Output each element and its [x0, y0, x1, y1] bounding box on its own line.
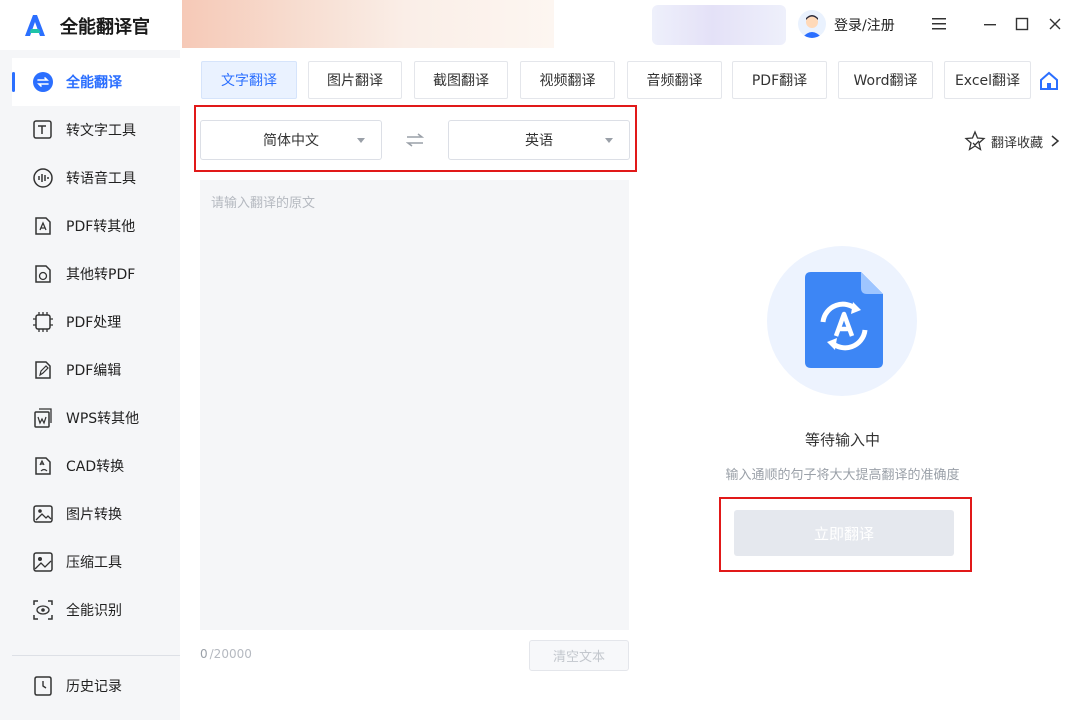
to-pdf-icon — [32, 263, 54, 285]
history-icon — [32, 675, 54, 697]
vip-banner[interactable] — [652, 5, 786, 45]
pdf-convert-icon — [32, 215, 54, 237]
sidebar-item-label: 转文字工具 — [66, 123, 136, 139]
source-language-select[interactable]: 简体中文 — [200, 120, 382, 160]
login-link[interactable]: 登录/注册 — [834, 15, 895, 35]
star-icon — [964, 130, 986, 151]
source-text-panel — [200, 180, 629, 630]
menu-button[interactable] — [927, 12, 951, 36]
swap-icon — [406, 133, 424, 147]
cad-convert-icon — [32, 455, 54, 477]
hamburger-icon — [932, 18, 946, 30]
status-hint: 输入通顺的句子将大大提高翻译的准确度 — [725, 468, 960, 483]
sidebar-divider — [12, 655, 180, 656]
sidebar-item-label: 转语音工具 — [66, 171, 136, 187]
title-bar: 全能翻译官 登录/注册 — [0, 0, 1080, 50]
tab-video-translate[interactable]: 视频翻译 — [520, 61, 615, 99]
promo-banner[interactable] — [182, 0, 554, 48]
home-button[interactable] — [1036, 68, 1062, 94]
swap-language-button[interactable] — [404, 131, 426, 149]
sidebar-item-compress[interactable]: 压缩工具 — [12, 538, 180, 586]
sidebar-item-label: 图片转换 — [66, 507, 122, 523]
app-title: 全能翻译官 — [60, 17, 150, 38]
wps-convert-icon — [32, 407, 54, 429]
user-avatar-icon — [802, 15, 822, 38]
app-window: 全能翻译官 登录/注册 全能翻译 转文字工具 转语音工具 PDF转其他 其他转P… — [0, 0, 1080, 720]
sidebar-item-label: 压缩工具 — [66, 555, 122, 571]
avatar[interactable] — [798, 10, 826, 38]
sidebar-item-label: 全能翻译 — [66, 75, 122, 91]
sidebar-item-history[interactable]: 历史记录 — [12, 662, 180, 710]
maximize-icon — [1015, 17, 1029, 31]
clear-text-button[interactable]: 清空文本 — [529, 640, 629, 671]
sidebar-item-translate[interactable]: 全能翻译 — [12, 58, 180, 106]
pdf-process-icon — [32, 311, 54, 333]
tab-word-translate[interactable]: Word翻译 — [838, 61, 933, 99]
sidebar-item-pdf-convert[interactable]: PDF转其他 — [12, 202, 180, 250]
tab-image-translate[interactable]: 图片翻译 — [308, 61, 402, 99]
sidebar-item-label: 全能识别 — [66, 603, 122, 619]
sidebar-item-text-tool[interactable]: 转文字工具 — [12, 106, 180, 154]
tab-excel-translate[interactable]: Excel翻译 — [944, 61, 1031, 99]
status-title: 等待输入中 — [804, 431, 880, 449]
translate-document-icon — [805, 272, 883, 368]
maximize-button[interactable] — [1010, 12, 1034, 36]
tab-screenshot-translate[interactable]: 截图翻译 — [414, 61, 508, 99]
translate-tabs: 文字翻译 图片翻译 截图翻译 视频翻译 音频翻译 PDF翻译 Word翻译 Ex… — [200, 61, 1080, 99]
char-counter: 0/20000 — [200, 647, 252, 661]
chevron-right-icon — [1051, 135, 1060, 147]
chevron-down-icon — [357, 138, 365, 143]
sidebar-item-wps-convert[interactable]: WPS转其他 — [12, 394, 180, 442]
source-language-value: 简体中文 — [263, 133, 319, 149]
minimize-button[interactable] — [978, 12, 1002, 36]
sidebar-item-label: PDF转其他 — [66, 219, 136, 235]
image-convert-icon — [32, 503, 54, 525]
close-icon — [1049, 18, 1061, 30]
sidebar: 全能翻译 转文字工具 转语音工具 PDF转其他 其他转PDF PDF处理 PDF… — [0, 50, 180, 720]
tab-audio-translate[interactable]: 音频翻译 — [627, 61, 722, 99]
target-language-value: 英语 — [525, 133, 553, 149]
sidebar-item-pdf-process[interactable]: PDF处理 — [12, 298, 180, 346]
target-language-select[interactable]: 英语 — [448, 120, 630, 160]
sidebar-item-label: WPS转其他 — [66, 411, 140, 427]
favorites-link[interactable]: 翻译收藏 — [964, 130, 1061, 152]
chevron-down-icon — [605, 138, 613, 143]
sidebar-item-label: PDF处理 — [66, 315, 122, 331]
sidebar-item-label: CAD转换 — [66, 459, 125, 475]
char-max: /20000 — [209, 647, 252, 661]
char-count: 0 — [200, 647, 208, 661]
pdf-edit-icon — [32, 359, 54, 381]
recognize-icon — [32, 599, 54, 621]
home-icon — [1040, 71, 1058, 90]
favorites-label: 翻译收藏 — [991, 135, 1044, 151]
tab-pdf-translate[interactable]: PDF翻译 — [732, 61, 827, 99]
sidebar-item-label: 其他转PDF — [66, 267, 136, 283]
text-tool-icon — [32, 119, 54, 141]
sidebar-item-pdf-edit[interactable]: PDF编辑 — [12, 346, 180, 394]
translate-now-button[interactable]: 立即翻译 — [734, 510, 954, 556]
source-text-input[interactable] — [200, 180, 629, 630]
tab-text-translate[interactable]: 文字翻译 — [201, 61, 297, 99]
sidebar-item-recognize[interactable]: 全能识别 — [12, 586, 180, 634]
minimize-icon — [984, 24, 996, 26]
sidebar-item-cad-convert[interactable]: CAD转换 — [12, 442, 180, 490]
sidebar-item-image-convert[interactable]: 图片转换 — [12, 490, 180, 538]
app-logo-icon — [25, 15, 45, 36]
sidebar-item-voice-tool[interactable]: 转语音工具 — [12, 154, 180, 202]
compress-icon — [32, 551, 54, 573]
close-button[interactable] — [1043, 12, 1067, 36]
voice-tool-icon — [32, 167, 54, 189]
sidebar-item-label: 历史记录 — [66, 679, 122, 695]
sidebar-item-to-pdf[interactable]: 其他转PDF — [12, 250, 180, 298]
translate-icon — [32, 71, 54, 93]
sidebar-item-label: PDF编辑 — [66, 363, 122, 379]
